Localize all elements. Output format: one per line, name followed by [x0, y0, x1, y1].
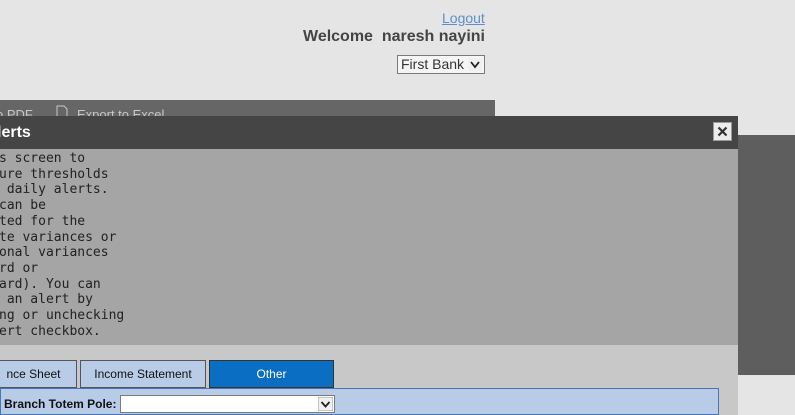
branch-totem-pole-select[interactable]: [120, 395, 335, 413]
description-text: s screen to ure thresholds daily alerts.…: [0, 151, 125, 339]
tab-income-statement[interactable]: Income Statement: [80, 360, 206, 388]
close-icon: [717, 126, 728, 137]
modal-title: lerts: [0, 124, 31, 141]
background-side-panel: [738, 135, 795, 375]
chevron-down-icon: [318, 397, 333, 411]
bank-select-value: First Bank: [401, 56, 465, 72]
tab-balance-sheet[interactable]: nce Sheet: [0, 360, 77, 388]
description-panel: s screen to ure thresholds daily alerts.…: [0, 149, 738, 345]
branch-totem-pole-label: Branch Totem Pole:: [4, 397, 117, 411]
modal-title-bar: lerts: [0, 116, 738, 149]
filter-row: Branch Totem Pole:: [0, 388, 719, 415]
logout-link[interactable]: Logout: [442, 10, 485, 26]
bank-select[interactable]: First Bank: [397, 55, 485, 74]
tab-other[interactable]: Other: [209, 360, 334, 388]
chevron-down-icon: [468, 58, 482, 71]
welcome-message: Welcome naresh nayini: [303, 28, 485, 45]
close-button[interactable]: [713, 122, 732, 141]
